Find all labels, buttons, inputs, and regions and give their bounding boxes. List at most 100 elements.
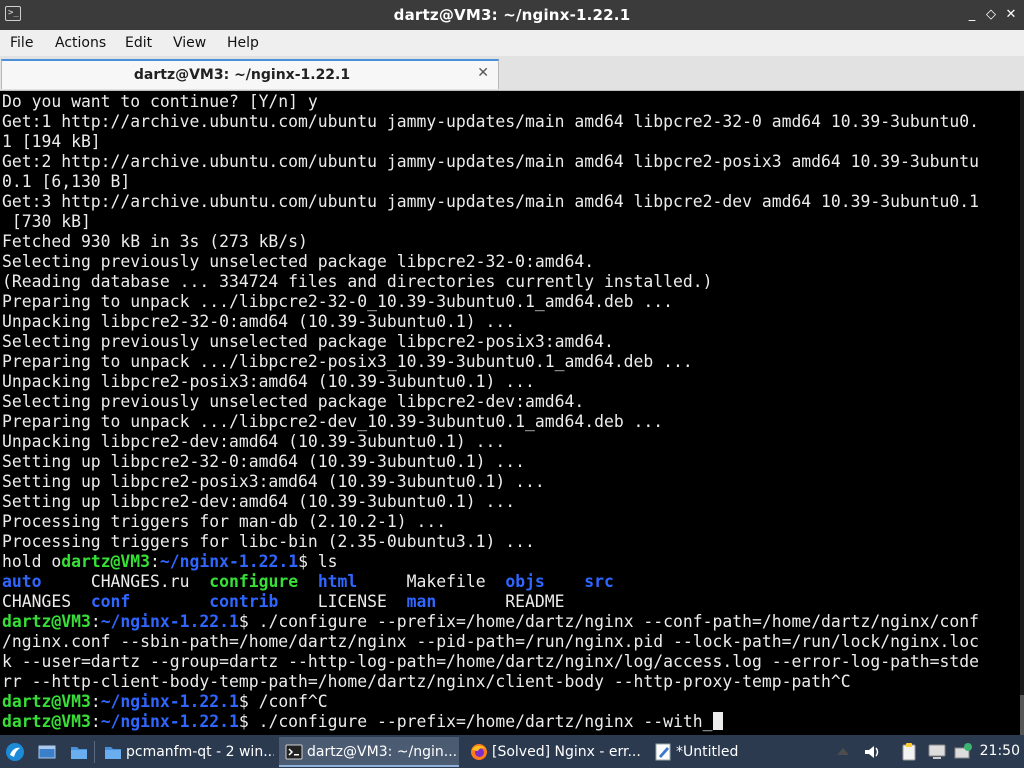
terminal-text-segment: Get:1 http://archive.ubuntu.com/ubuntu j… bbox=[2, 112, 979, 131]
volume-icon[interactable] bbox=[862, 742, 882, 762]
terminal-text-segment: rr --http-client-body-temp-path=/home/da… bbox=[2, 672, 851, 691]
taskbar-separator bbox=[94, 741, 95, 763]
terminal-text-segment: $ ./configure --prefix=/home/dartz/nginx… bbox=[238, 612, 979, 631]
firefox-icon bbox=[471, 744, 487, 760]
terminal-text-segment: : bbox=[90, 612, 101, 631]
terminal-text-segment: Processing triggers for libc-bin (2.35-0… bbox=[2, 532, 535, 551]
terminal-line: Get:1 http://archive.ubuntu.com/ubuntu j… bbox=[2, 112, 979, 132]
terminal-line: Processing triggers for libc-bin (2.35-0… bbox=[2, 532, 979, 552]
terminal-line: /nginx.conf --sbin-path=/home/dartz/ngin… bbox=[2, 632, 979, 652]
terminal-line: Selecting previously unselected package … bbox=[2, 252, 979, 272]
terminal-cursor bbox=[712, 712, 723, 730]
tab-strip: dartz@VM3: ~/nginx-1.22.1 ✕ bbox=[0, 56, 1024, 91]
terminal-line: dartz@VM3:~/nginx-1.22.1$ /conf^C bbox=[2, 692, 979, 712]
task-label: pcmanfm-qt - 2 win... bbox=[126, 744, 274, 760]
menu-view[interactable]: View bbox=[173, 35, 206, 51]
terminal-icon bbox=[285, 744, 303, 760]
menu-actions[interactable]: Actions bbox=[55, 35, 106, 51]
minimize-button[interactable]: _ bbox=[963, 6, 981, 24]
prompt-user-host: configure bbox=[209, 572, 299, 591]
terminal-text-segment: CHANGES.ru bbox=[41, 572, 210, 591]
terminal-text-segment: Unpacking libpcre2-posix3:amd64 (10.39-3… bbox=[2, 372, 535, 391]
directory-text: ~/nginx-1.22.1 bbox=[159, 552, 299, 571]
prompt-user-host: dartz@VM3 bbox=[2, 612, 91, 631]
folder-icon bbox=[105, 747, 121, 759]
directory-text: auto bbox=[2, 572, 42, 591]
up-arrow-icon[interactable] bbox=[833, 742, 853, 762]
show-desktop-icon[interactable] bbox=[37, 742, 57, 762]
maximize-button[interactable]: ◇ bbox=[982, 6, 1000, 24]
terminal-line: dartz@VM3:~/nginx-1.22.1$ ./configure --… bbox=[2, 612, 979, 632]
terminal-text-segment: Do you want to continue? [Y/n] y bbox=[2, 92, 318, 111]
start-menu-icon[interactable] bbox=[5, 742, 25, 762]
terminal-text-segment: LICENSE bbox=[278, 592, 407, 611]
terminal-line: [730 kB] bbox=[2, 212, 979, 232]
directory-text: contrib bbox=[209, 592, 279, 611]
taskbar-task-firefox[interactable]: [Solved] Nginx - err... bbox=[464, 737, 644, 767]
terminal-line: Do you want to continue? [Y/n] y bbox=[2, 92, 979, 112]
terminal-text-segment: 0.1 [6,130 B] bbox=[2, 172, 131, 191]
prompt-user-host: dartz@VM3 bbox=[2, 692, 91, 711]
prompt-user-host: dartz@VM3 bbox=[2, 712, 91, 731]
terminal-text-segment: Processing triggers for man-db (2.10.2-1… bbox=[2, 512, 447, 531]
terminal-text-segment: README bbox=[436, 592, 565, 611]
terminal-text-segment: : bbox=[90, 692, 101, 711]
directory-text: objs bbox=[505, 572, 545, 591]
terminal-line: Get:2 http://archive.ubuntu.com/ubuntu j… bbox=[2, 152, 979, 172]
file-manager-launcher-icon[interactable] bbox=[69, 742, 89, 762]
terminal-text-segment: : bbox=[150, 552, 160, 571]
terminal-text: Do you want to continue? [Y/n] y Get:1 ht… bbox=[2, 92, 979, 732]
terminal-text-segment: $ /conf^C bbox=[238, 692, 328, 711]
terminal-text-segment: Unpacking libpcre2-32-0:amd64 (10.39-3ub… bbox=[2, 312, 516, 331]
terminal-line: (Reading database ... 334724 files and d… bbox=[2, 272, 979, 292]
terminal-line: Processing triggers for man-db (2.10.2-1… bbox=[2, 512, 979, 532]
tab-close-icon[interactable]: ✕ bbox=[477, 65, 489, 81]
terminal-line: Preparing to unpack .../libpcre2-32-0_10… bbox=[2, 292, 979, 312]
terminal-text-segment: [730 kB] bbox=[2, 212, 91, 231]
directory-text: src bbox=[584, 572, 614, 591]
task-label: [Solved] Nginx - err... bbox=[492, 744, 641, 760]
network-icon[interactable] bbox=[953, 742, 973, 762]
terminal-line: Preparing to unpack .../libpcre2-dev_10.… bbox=[2, 412, 979, 432]
close-window-button[interactable]: ✕ bbox=[1002, 6, 1020, 24]
display-icon[interactable] bbox=[927, 742, 947, 762]
terminal-scrollbar[interactable] bbox=[1020, 91, 1024, 735]
terminal-line: CHANGES conf contrib LICENSE man README bbox=[2, 592, 979, 612]
terminal-line: k --user=dartz --group=dartz --http-log-… bbox=[2, 652, 979, 672]
terminal-text-segment: Selecting previously unselected package … bbox=[2, 392, 585, 411]
window-titlebar[interactable]: >_ dartz@VM3: ~/nginx-1.22.1 _ ◇ ✕ bbox=[0, 0, 1024, 30]
menu-file[interactable]: File bbox=[10, 35, 33, 51]
terminal-text-segment: Preparing to unpack .../libpcre2-32-0_10… bbox=[2, 292, 674, 311]
text-editor-icon bbox=[655, 743, 671, 761]
terminal-text-segment: Makefile bbox=[357, 572, 506, 591]
taskbar-task-text-editor[interactable]: *Untitled bbox=[648, 737, 828, 767]
directory-text: man bbox=[406, 592, 437, 611]
terminal-text-segment: Setting up libpcre2-posix3:amd64 (10.39-… bbox=[2, 472, 545, 491]
terminal-line: 0.1 [6,130 B] bbox=[2, 172, 979, 192]
terminal-line: Setting up libpcre2-32-0:amd64 (10.39-3u… bbox=[2, 452, 979, 472]
terminal-line: hold odartz@VM3:~/nginx-1.22.1$ ls bbox=[2, 552, 979, 572]
terminal-text-segment: Setting up libpcre2-32-0:amd64 (10.39-3u… bbox=[2, 452, 526, 471]
taskbar-task-terminal[interactable]: dartz@VM3: ~/ngin... bbox=[279, 737, 459, 767]
tab-terminal[interactable]: dartz@VM3: ~/nginx-1.22.1 ✕ bbox=[1, 59, 499, 89]
terminal-line: auto CHANGES.ru configure html Makefile … bbox=[2, 572, 979, 592]
terminal-line: Get:3 http://archive.ubuntu.com/ubuntu j… bbox=[2, 192, 979, 212]
directory-text: conf bbox=[90, 592, 131, 611]
terminal-line: rr --http-client-body-temp-path=/home/da… bbox=[2, 672, 979, 692]
directory-text: ~/nginx-1.22.1 bbox=[100, 612, 239, 631]
scrollbar-thumb[interactable] bbox=[1020, 695, 1024, 735]
terminal-text-segment: Get:2 http://archive.ubuntu.com/ubuntu j… bbox=[2, 152, 979, 171]
terminal-text-segment: 1 [194 kB] bbox=[2, 132, 101, 151]
terminal-text-segment: Preparing to unpack .../libpcre2-posix3_… bbox=[2, 352, 693, 371]
terminal-text-segment: $ ls bbox=[298, 552, 338, 571]
taskbar: pcmanfm-qt - 2 win... dartz@VM3: ~/ngin.… bbox=[0, 735, 1024, 768]
menu-edit[interactable]: Edit bbox=[125, 35, 152, 51]
terminal-output[interactable]: Do you want to continue? [Y/n] y Get:1 ht… bbox=[0, 91, 1024, 735]
taskbar-task-file-manager[interactable]: pcmanfm-qt - 2 win... bbox=[98, 737, 274, 767]
clipboard-icon[interactable] bbox=[899, 742, 919, 762]
clock[interactable]: 21:50 bbox=[980, 743, 1020, 759]
menu-bar: File Actions Edit View Help bbox=[0, 30, 1024, 56]
menu-help[interactable]: Help bbox=[227, 35, 259, 51]
directory-text: ~/nginx-1.22.1 bbox=[100, 712, 239, 731]
terminal-text-segment: CHANGES bbox=[2, 592, 91, 611]
